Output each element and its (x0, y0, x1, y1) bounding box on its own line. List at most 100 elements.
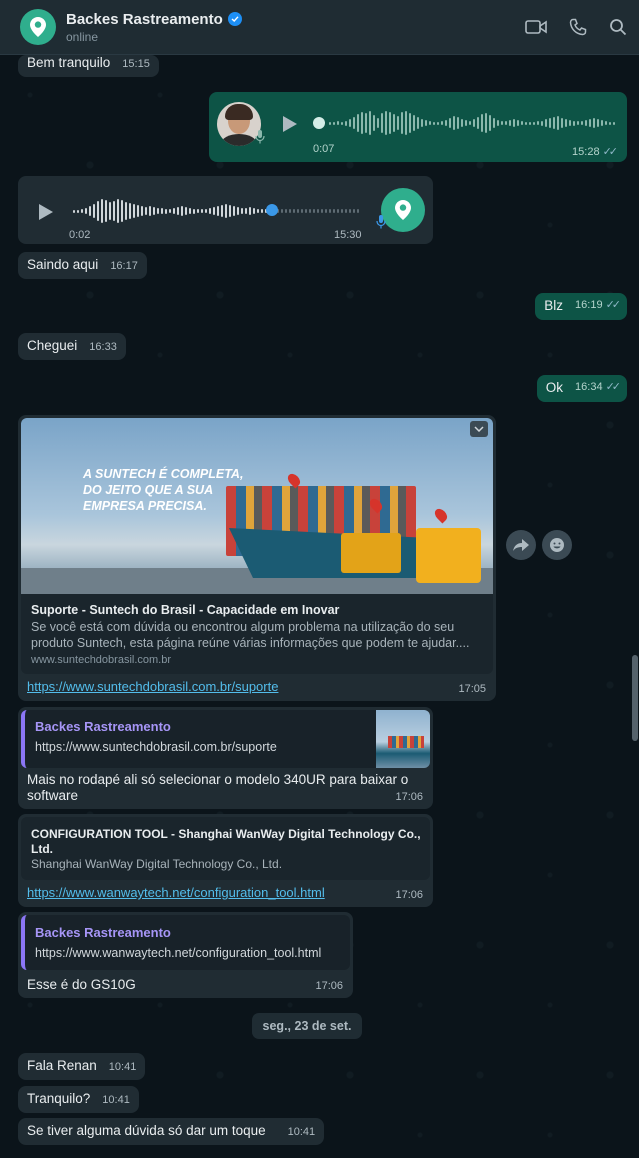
waveform-bar (105, 200, 107, 222)
link-description: Shanghai WanWay Digital Technology Co., … (31, 857, 283, 871)
waveform-bar (597, 119, 599, 127)
quoted-message[interactable]: Backes Rastreamento https://www.suntechd… (21, 710, 430, 768)
waveform-bar (245, 208, 247, 214)
voice-message-outgoing[interactable]: 0:07 15:28 ✓✓ (209, 92, 627, 162)
quoted-text: https://www.wanwaytech.net/configuration… (35, 946, 322, 960)
message-time: 16:17 (110, 260, 138, 272)
waveform-bar (337, 121, 339, 125)
waveform-bar (133, 204, 135, 218)
message-time: 16:19 (575, 299, 603, 311)
waveform-bar (521, 121, 523, 125)
waveform-bar (453, 116, 455, 130)
waveform-bar (301, 209, 303, 213)
waveform-bar (393, 114, 395, 132)
reply-message[interactable]: Backes Rastreamento https://www.suntechd… (18, 707, 433, 809)
chevron-down-icon[interactable] (470, 421, 488, 437)
waveform-bar (549, 118, 551, 128)
message-outgoing[interactable]: Blz 16:19 ✓✓ (535, 293, 627, 320)
waveform-bar (469, 121, 471, 125)
waveform-bar (229, 205, 231, 217)
waveform-bar (537, 121, 539, 125)
contact-name: Backes Rastreamento (66, 10, 223, 28)
waveform-bar (565, 119, 567, 127)
message-incoming[interactable]: Fala Renan 10:41 (18, 1053, 146, 1080)
waveform-bar (577, 121, 579, 125)
waveform-bar (85, 208, 87, 214)
waveform-bar (561, 118, 563, 128)
message-incoming[interactable]: Tranquilo? 10:41 (18, 1086, 139, 1113)
date-divider: seg., 23 de set. (252, 1013, 362, 1039)
waveform-bar (197, 209, 199, 213)
phone-icon[interactable] (569, 18, 587, 36)
waveform-bar (157, 208, 159, 214)
message-outgoing[interactable]: Ok 16:34 ✓✓ (536, 375, 627, 402)
quoted-message[interactable]: Backes Rastreamento https://www.wanwayte… (21, 915, 350, 970)
link-preview-card[interactable]: CONFIGURATION TOOL - Shanghai WanWay Dig… (21, 817, 430, 880)
waveform-bar (445, 120, 447, 126)
waveform-bar (585, 120, 587, 126)
waveform-bar (329, 209, 331, 213)
message-text: Esse é do GS10G (27, 977, 136, 992)
waveform-bar (145, 207, 147, 215)
waveform-bar (345, 120, 347, 126)
waveform-bar (173, 208, 175, 214)
message-incoming[interactable]: Saindo aqui 16:17 (18, 252, 147, 279)
waveform-bar (209, 208, 211, 214)
reaction-button[interactable] (542, 530, 572, 560)
message-text: Se tiver alguma dúvida só dar um toque (27, 1123, 266, 1138)
link-preview-card[interactable]: A SUNTECH É COMPLETA, DO JEITO QUE A SUA… (21, 418, 493, 674)
message-link[interactable]: https://www.wanwaytech.net/configuration… (27, 885, 325, 900)
message-list[interactable]: Bem tranquilo 15:15 0:07 15:28 ✓✓ 0:02 15… (0, 55, 639, 1158)
waveform-bar (349, 209, 351, 213)
reply-message[interactable]: Backes Rastreamento https://www.wanwayte… (18, 912, 353, 998)
message-incoming[interactable]: Se tiver alguma dúvida só dar um toque 1… (18, 1118, 325, 1145)
waveform-bar (601, 120, 603, 126)
scrollbar[interactable] (632, 655, 638, 741)
waveform-bar (125, 202, 127, 220)
waveform-bar (293, 209, 295, 213)
message-time: 15:28 (572, 146, 600, 158)
message-meta: 15:28 ✓✓ (572, 143, 618, 158)
waveform[interactable] (73, 198, 359, 224)
link-preview-message[interactable]: CONFIGURATION TOOL - Shanghai WanWay Dig… (18, 814, 433, 907)
waveform-bar (257, 209, 259, 213)
message-incoming[interactable]: Cheguei 16:33 (18, 333, 126, 360)
waveform-bar (205, 209, 207, 213)
waveform-bar (473, 119, 475, 127)
waveform-bar (225, 204, 227, 218)
link-preview-message[interactable]: A SUNTECH É COMPLETA, DO JEITO QUE A SUA… (18, 415, 496, 701)
waveform-bar (317, 209, 319, 213)
waveform-bar (397, 116, 399, 130)
waveform-bar (77, 209, 79, 213)
message-link[interactable]: https://www.suntechdobrasil.com.br/supor… (27, 679, 278, 694)
play-icon[interactable] (38, 203, 54, 224)
progress-dot[interactable] (266, 204, 278, 216)
waveform-bar (73, 209, 75, 213)
waveform-bar (389, 112, 391, 134)
double-check-icon: ✓✓ (605, 381, 622, 393)
message-time: 16:33 (89, 341, 117, 353)
waveform-bar (325, 209, 327, 213)
video-call-icon[interactable] (525, 19, 547, 35)
mic-icon (255, 130, 265, 147)
contact-avatar[interactable] (20, 9, 56, 45)
waveform-bar (181, 206, 183, 216)
voice-message-incoming[interactable]: 0:02 15:30 (18, 176, 433, 244)
waveform-bar (505, 121, 507, 125)
waveform-bar (121, 200, 123, 222)
waveform-bar (425, 120, 427, 126)
waveform[interactable] (329, 110, 615, 136)
waveform-bar (309, 209, 311, 213)
waveform-bar (417, 117, 419, 129)
message-incoming[interactable]: Bem tranquilo 15:15 (18, 55, 159, 77)
waveform-bar (385, 111, 387, 135)
forward-button[interactable] (506, 530, 536, 560)
waveform-bar (573, 120, 575, 126)
waveform-bar (289, 209, 291, 213)
waveform-bar (369, 111, 371, 135)
progress-dot[interactable] (313, 117, 325, 129)
search-icon[interactable] (609, 18, 627, 36)
play-icon[interactable] (282, 115, 298, 136)
contact-info[interactable]: Backes Rastreamento online (66, 11, 525, 44)
waveform-bar (605, 121, 607, 125)
